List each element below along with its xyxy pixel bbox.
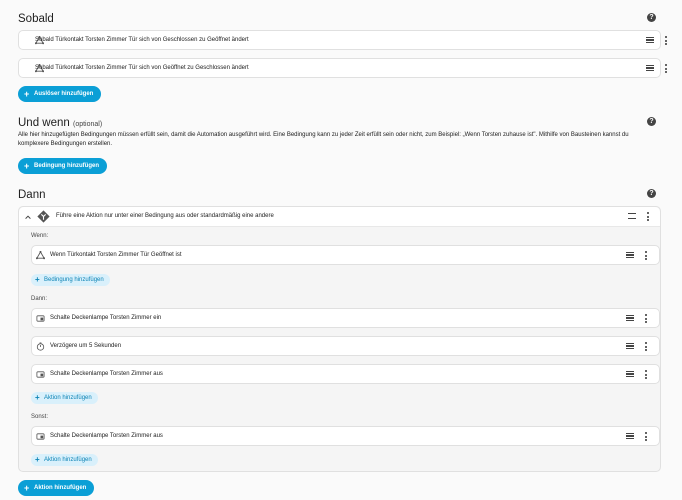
sonst-label: Sonst:: [31, 414, 49, 420]
add-action-label: Aktion hinzufügen: [44, 395, 92, 401]
add-condition-button[interactable]: + Bedingung hinzufügen: [18, 158, 107, 174]
plus-icon: +: [35, 393, 40, 402]
und-wenn-title: Und wenn: [18, 117, 70, 129]
add-condition-label: Bedingung hinzufügen: [34, 163, 99, 169]
condition-text: Wenn Türkontakt Torsten Zimmer Tür Geöff…: [50, 252, 182, 258]
action-text: Verzögere um 5 Sekunden: [50, 343, 122, 349]
more-menu-icon[interactable]: [646, 212, 649, 222]
light-switch-icon: [36, 371, 45, 378]
action-card[interactable]: Schalte Deckenlampe Torsten Zimmer aus: [31, 364, 660, 384]
action-text: Schalte Deckenlampe Torsten Zimmer ein: [50, 315, 162, 321]
drag-handle-icon[interactable]: [626, 371, 634, 377]
drag-handle-icon[interactable]: [626, 433, 634, 439]
add-main-action-button[interactable]: + Aktion hinzufügen: [18, 480, 95, 496]
add-trigger-button[interactable]: + Auslöser hinzufügen: [18, 86, 102, 102]
conditions-description: Alle hier hinzugefügten Bedingungen müss…: [18, 132, 629, 147]
more-menu-icon[interactable]: [644, 432, 647, 442]
more-menu-icon[interactable]: [664, 64, 667, 74]
more-menu-icon[interactable]: [644, 342, 647, 352]
choose-action-title: Führe eine Aktion nur unter einer Beding…: [56, 213, 274, 219]
choose-action-header[interactable]: Führe eine Aktion nur unter einer Beding…: [19, 207, 660, 227]
add-main-action-label: Aktion hinzufügen: [34, 485, 87, 491]
more-menu-icon[interactable]: [664, 36, 667, 46]
drag-handle-icon[interactable]: [626, 343, 634, 349]
more-menu-icon[interactable]: [644, 251, 647, 261]
section-title-dann: Dann: [18, 189, 46, 201]
help-icon[interactable]: ?: [647, 189, 656, 198]
plus-icon: +: [35, 275, 40, 284]
help-icon[interactable]: ?: [647, 13, 656, 22]
plus-icon: +: [35, 455, 40, 464]
trigger-card[interactable]: Sobald Türkontakt Torsten Zimmer Tür sic…: [18, 58, 667, 78]
help-icon[interactable]: ?: [647, 117, 656, 126]
more-menu-icon[interactable]: [644, 370, 647, 380]
action-card[interactable]: Schalte Deckenlampe Torsten Zimmer aus: [31, 426, 660, 446]
choose-branch-icon: [37, 210, 50, 223]
add-action-button[interactable]: + Aktion hinzufügen: [31, 392, 98, 404]
add-action-label: Aktion hinzufügen: [44, 457, 92, 463]
drag-handle-icon[interactable]: [646, 37, 654, 43]
add-condition-button[interactable]: + Bedingung hinzufügen: [31, 274, 110, 286]
chevron-up-icon[interactable]: [24, 213, 32, 221]
plus-icon: +: [24, 89, 30, 99]
add-condition-label: Bedingung hinzufügen: [44, 277, 104, 283]
light-switch-icon: [36, 315, 45, 322]
trigger-text: Sobald Türkontakt Torsten Zimmer Tür sic…: [35, 65, 249, 71]
section-title-und-wenn: Und wenn (optional): [18, 117, 102, 129]
trigger-card[interactable]: Sobald Türkontakt Torsten Zimmer Tür sic…: [18, 30, 667, 50]
action-text: Schalte Deckenlampe Torsten Zimmer aus: [50, 433, 163, 439]
timer-icon: [36, 342, 45, 351]
condition-card[interactable]: Wenn Türkontakt Torsten Zimmer Tür Geöff…: [31, 245, 660, 265]
action-card[interactable]: Verzögere um 5 Sekunden: [31, 336, 660, 356]
drag-handle-icon[interactable]: [646, 65, 654, 71]
action-text: Schalte Deckenlampe Torsten Zimmer aus: [50, 371, 163, 377]
wenn-label: Wenn:: [31, 233, 49, 239]
drag-handle-icon[interactable]: [626, 252, 634, 258]
plus-icon: +: [24, 483, 30, 493]
optional-tag: (optional): [73, 121, 103, 128]
action-card[interactable]: Schalte Deckenlampe Torsten Zimmer ein: [31, 308, 660, 328]
trigger-text: Sobald Türkontakt Torsten Zimmer Tür sic…: [35, 37, 249, 43]
dann-label: Dann:: [31, 296, 48, 302]
condition-state-icon: [36, 251, 45, 260]
add-trigger-label: Auslöser hinzufügen: [34, 91, 94, 97]
drag-handle-icon[interactable]: [628, 213, 636, 219]
add-action-button[interactable]: + Aktion hinzufügen: [31, 454, 98, 466]
more-menu-icon[interactable]: [644, 314, 647, 324]
section-title-sobald: Sobald: [18, 13, 54, 25]
drag-handle-icon[interactable]: [626, 315, 634, 321]
choose-action-panel: Führe eine Aktion nur unter einer Beding…: [18, 206, 661, 472]
light-switch-icon: [36, 433, 45, 440]
plus-icon: +: [24, 161, 30, 171]
